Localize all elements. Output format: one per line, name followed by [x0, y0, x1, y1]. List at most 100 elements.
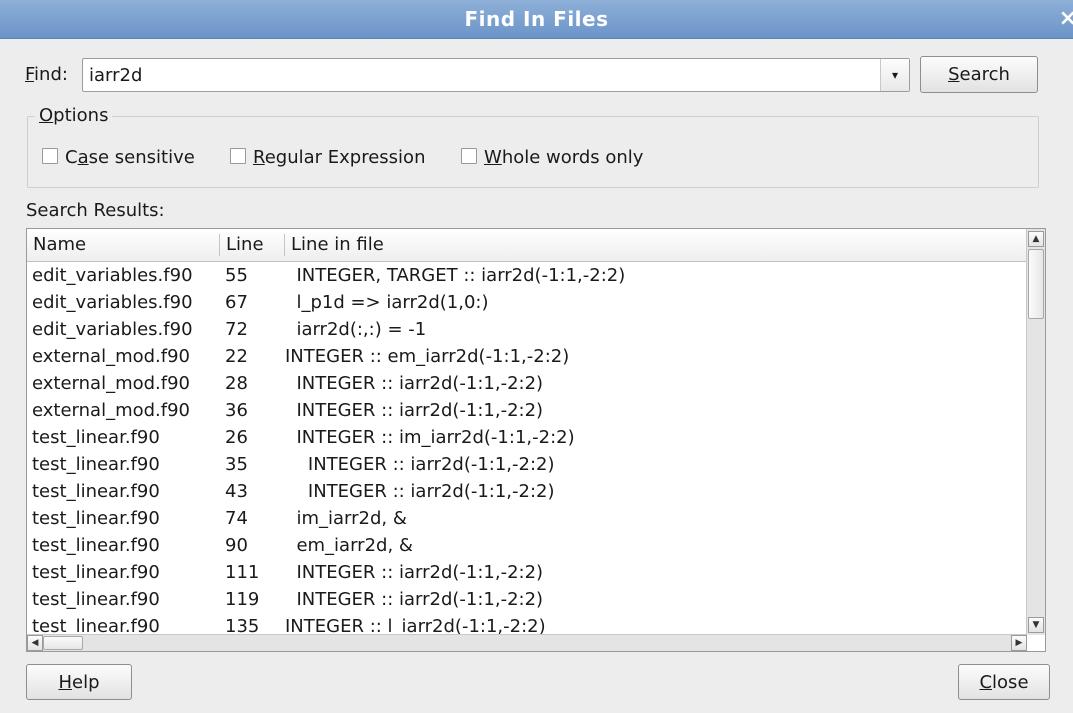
table-row[interactable]: test_linear.f90 35 INTEGER :: iarr2d(-1:1… [27, 451, 1027, 478]
result-name-cell: test_linear.f90 [32, 562, 160, 583]
dialog-title: Find In Files [464, 7, 609, 31]
result-text-cell: INTEGER, TARGET :: iarr2d(-1:1,-2:2) [285, 265, 626, 286]
table-row[interactable]: edit_variables.f90 67 l_p1d => iarr2d(1,0… [27, 289, 1027, 316]
close-button-mnemonic: C [979, 671, 993, 693]
regular-expression-option[interactable]: Regular Expression [230, 146, 425, 170]
vertical-scrollbar[interactable]: ▲ ▼ [1026, 229, 1045, 635]
result-text-cell: l_p1d => iarr2d(1,0:) [285, 292, 489, 313]
table-row[interactable]: test_linear.f90 43 INTEGER :: iarr2d(-1:1… [27, 478, 1027, 505]
result-name-cell: external_mod.f90 [32, 400, 191, 421]
result-line-cell: 22 [225, 346, 248, 367]
result-name-cell: edit_variables.f90 [32, 319, 193, 340]
table-row[interactable]: test_linear.f90 111 INTEGER :: iarr2d(-1:… [27, 559, 1027, 586]
close-icon[interactable]: × [1059, 0, 1073, 38]
result-line-cell: 55 [225, 265, 248, 286]
scroll-right-icon[interactable]: ▶ [1011, 635, 1027, 651]
result-name-cell: test_linear.f90 [32, 508, 160, 529]
result-name-cell: test_linear.f90 [32, 427, 160, 448]
whole-words-mnemonic: W [484, 147, 502, 168]
vertical-scroll-thumb[interactable] [1028, 249, 1044, 319]
find-combobox[interactable]: ▾ [82, 58, 910, 92]
chevron-down-icon[interactable]: ▾ [880, 59, 909, 91]
result-name-cell: test_linear.f90 [32, 535, 160, 556]
result-line-cell: 67 [225, 292, 248, 313]
scroll-up-icon[interactable]: ▲ [1028, 231, 1044, 247]
close-button-rest: lose [992, 671, 1029, 693]
result-line-cell: 36 [225, 400, 248, 421]
options-title-mnemonic: O [39, 105, 54, 126]
find-input[interactable] [89, 62, 869, 88]
scroll-down-icon[interactable]: ▼ [1028, 617, 1044, 633]
help-button-mnemonic: H [58, 671, 73, 693]
table-row[interactable]: external_mod.f90 28 INTEGER :: iarr2d(-1:… [27, 370, 1027, 397]
regular-expression-mnemonic: R [253, 147, 265, 168]
result-text-cell: INTEGER :: iarr2d(-1:1,-2:2) [285, 589, 544, 610]
result-line-cell: 26 [225, 427, 248, 448]
search-button-mnemonic: S [948, 64, 960, 85]
result-line-cell: 28 [225, 373, 248, 394]
regular-expression-rest: egular Expression [264, 147, 426, 168]
case-sensitive-mnemonic: a [77, 147, 89, 168]
result-text-cell: em_iarr2d, & [285, 535, 413, 556]
table-row[interactable]: test_linear.f90 74 im_iarr2d, & [27, 505, 1027, 532]
result-line-cell: 43 [225, 481, 248, 502]
result-text-cell: INTEGER :: em_iarr2d(-1:1,-2:2) [285, 346, 570, 367]
find-label-rest: ind: [34, 64, 68, 85]
result-text-cell: INTEGER :: iarr2d(-1:1,-2:2) [285, 481, 555, 502]
horizontal-scrollbar[interactable]: ◀ ▶ [27, 634, 1027, 651]
help-button[interactable]: Help [26, 664, 132, 700]
whole-words-rest: hole words only [501, 147, 644, 168]
result-name-cell: test_linear.f90 [32, 481, 160, 502]
search-button[interactable]: Search [920, 56, 1038, 93]
result-text-cell: iarr2d(:,:) = -1 [285, 319, 427, 340]
result-line-cell: 90 [225, 535, 248, 556]
result-line-cell: 35 [225, 454, 248, 475]
result-text-cell: im_iarr2d, & [285, 508, 407, 529]
results-rows: edit_variables.f90 55 INTEGER, TARGET :: … [27, 262, 1027, 640]
help-button-rest: elp [72, 671, 100, 693]
table-row[interactable]: test_linear.f90 119 INTEGER :: iarr2d(-1:… [27, 586, 1027, 613]
regular-expression-checkbox[interactable] [230, 148, 246, 164]
result-line-cell: 111 [225, 562, 260, 583]
result-text-cell: INTEGER :: iarr2d(-1:1,-2:2) [285, 400, 544, 421]
result-name-cell: test_linear.f90 [32, 589, 160, 610]
column-header-name[interactable]: Name [27, 229, 219, 261]
table-row[interactable]: edit_variables.f90 72 iarr2d(:,:) = -1 [27, 316, 1027, 343]
search-results-label: Search Results: [26, 200, 165, 221]
scroll-left-icon[interactable]: ◀ [27, 635, 43, 651]
close-button[interactable]: Close [958, 664, 1050, 700]
table-row[interactable]: edit_variables.f90 55 INTEGER, TARGET :: … [27, 262, 1027, 289]
column-header-line[interactable]: Line [220, 229, 284, 261]
result-name-cell: edit_variables.f90 [32, 292, 193, 313]
case-sensitive-rest: se sensitive [88, 147, 195, 168]
results-table[interactable]: Name Line Line in file edit_variables.f9… [26, 228, 1046, 652]
case-sensitive-checkbox[interactable] [42, 148, 58, 164]
result-name-cell: test_linear.f90 [32, 454, 160, 475]
find-label-mnemonic: F [25, 64, 35, 85]
case-sensitive-prefix: C [65, 147, 78, 168]
whole-words-checkbox[interactable] [461, 148, 477, 164]
table-row[interactable]: external_mod.f90 22 INTEGER :: em_iarr2d(-… [27, 343, 1027, 370]
search-button-rest: earch [959, 64, 1010, 85]
case-sensitive-option[interactable]: Case sensitive [42, 146, 195, 170]
options-title: Options [35, 104, 113, 128]
results-table-header: Name Line Line in file [27, 229, 1045, 262]
result-text-cell: INTEGER :: iarr2d(-1:1,-2:2) [285, 562, 544, 583]
options-title-rest: ptions [53, 105, 109, 126]
result-text-cell: INTEGER :: iarr2d(-1:1,-2:2) [285, 454, 555, 475]
find-label: Find: [25, 62, 68, 88]
table-row[interactable]: external_mod.f90 36 INTEGER :: iarr2d(-1:… [27, 397, 1027, 424]
result-line-cell: 119 [225, 589, 260, 610]
result-name-cell: edit_variables.f90 [32, 265, 193, 286]
whole-words-option[interactable]: Whole words only [461, 146, 643, 170]
result-line-cell: 74 [225, 508, 248, 529]
table-row[interactable]: test_linear.f90 26 INTEGER :: im_iarr2d(-… [27, 424, 1027, 451]
result-text-cell: INTEGER :: iarr2d(-1:1,-2:2) [285, 373, 544, 394]
horizontal-scroll-thumb[interactable] [43, 636, 83, 650]
result-name-cell: external_mod.f90 [32, 346, 191, 367]
result-text-cell: INTEGER :: im_iarr2d(-1:1,-2:2) [285, 427, 575, 448]
table-row[interactable]: test_linear.f90 90 em_iarr2d, & [27, 532, 1027, 559]
column-header-line-in-file[interactable]: Line in file [285, 229, 985, 261]
title-bar[interactable]: Find In Files × [0, 0, 1073, 39]
find-in-files-dialog: Find In Files × Find: ▾ Search Options C… [0, 0, 1073, 713]
